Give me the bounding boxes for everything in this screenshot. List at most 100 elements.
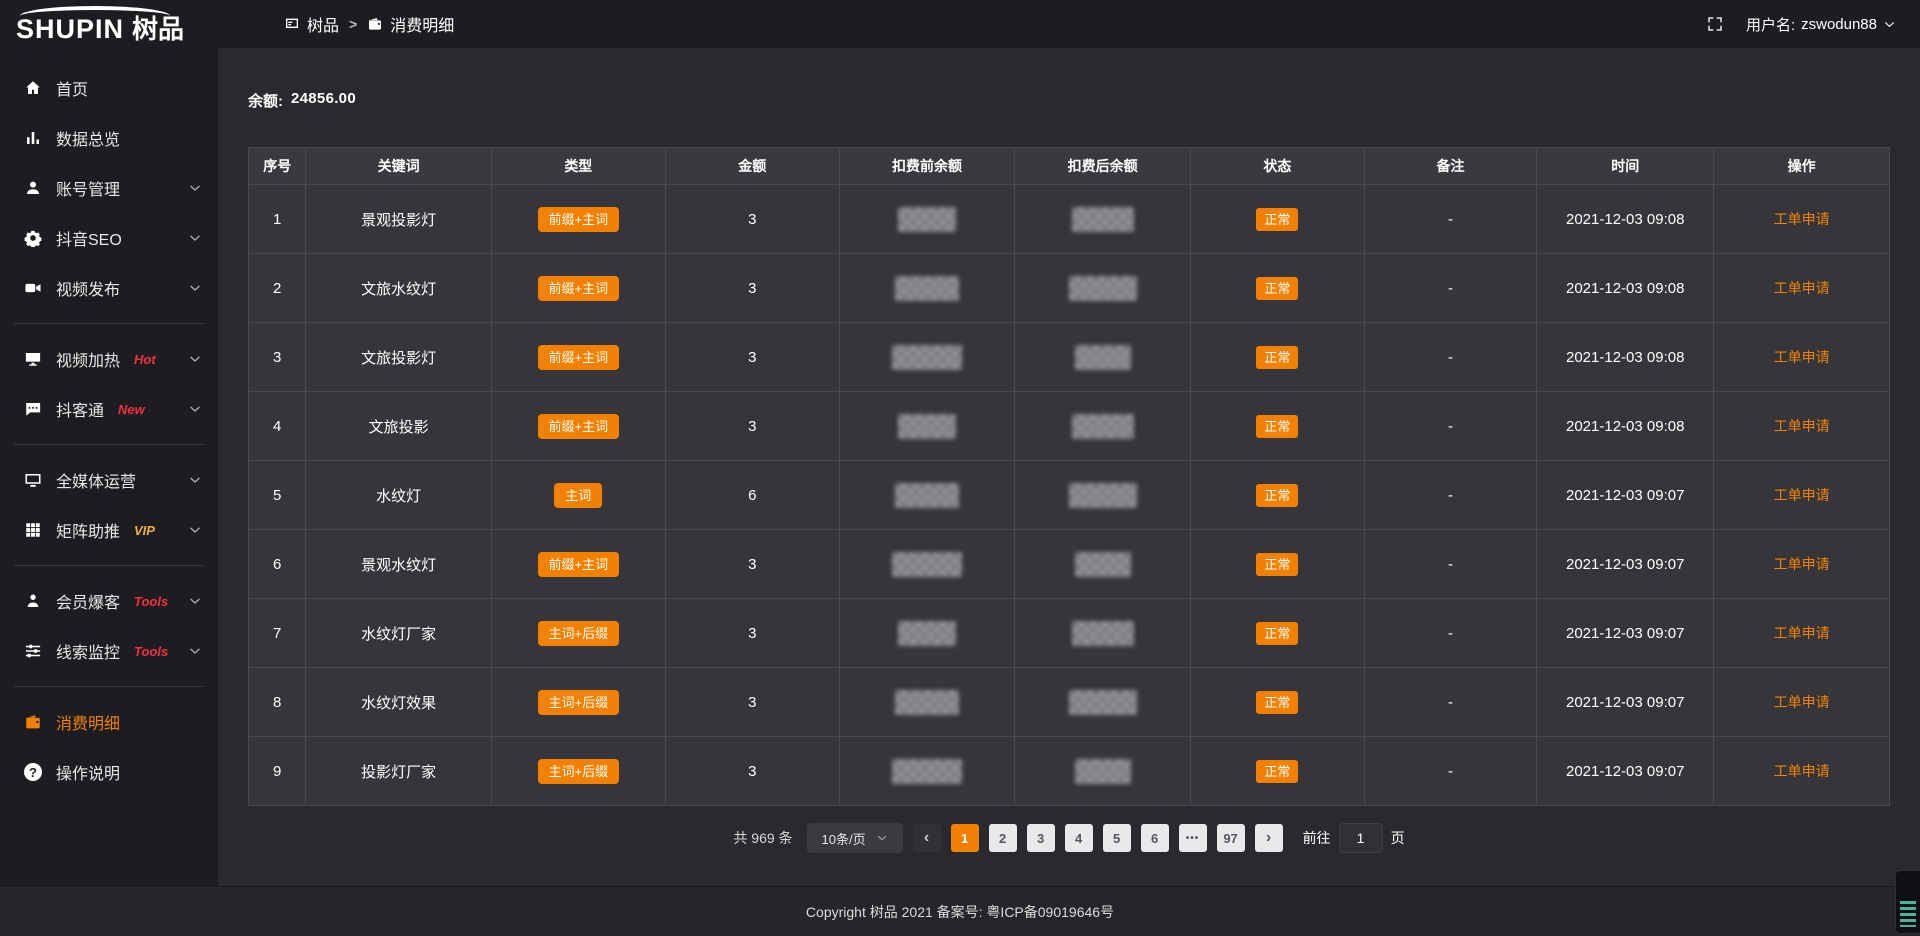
redacted-balance-after xyxy=(1069,483,1137,508)
column-header-5: 扣费后余额 xyxy=(1015,148,1191,185)
cell-remark: - xyxy=(1364,668,1536,737)
work-order-link[interactable]: 工单申请 xyxy=(1774,763,1830,779)
page-button-2[interactable]: 2 xyxy=(989,824,1017,852)
wallet-icon xyxy=(367,16,383,32)
sidebar-item-consume-detail[interactable]: 消费明细 xyxy=(0,697,218,747)
work-order-link[interactable]: 工单申请 xyxy=(1774,487,1830,503)
table-row: 6景观水纹灯前缀+主词3正常-2021-12-03 09:07工单申请 xyxy=(249,530,1890,599)
sidebar-item-media-operation[interactable]: 全媒体运营 xyxy=(0,455,218,505)
status-badge: 正常 xyxy=(1256,622,1298,645)
redacted-balance-before xyxy=(892,552,962,577)
page-size-select[interactable]: 10条/页 xyxy=(807,823,903,853)
page-button-3[interactable]: 3 xyxy=(1027,824,1055,852)
chevron-down-icon xyxy=(188,473,202,487)
ellipsis-page-button[interactable]: ••• xyxy=(1179,824,1207,852)
work-order-link[interactable]: 工单申请 xyxy=(1774,211,1830,227)
breadcrumb-item-consume-detail[interactable]: 消费明细 xyxy=(367,12,454,36)
column-header-2: 类型 xyxy=(491,148,665,185)
cell-type: 前缀+主词 xyxy=(491,185,665,254)
page-button-6[interactable]: 6 xyxy=(1141,824,1169,852)
sidebar-item-clue-monitor[interactable]: 线索监控Tools xyxy=(0,626,218,676)
sidebar-item-label: 线索监控 xyxy=(56,639,120,663)
cell-balance-after xyxy=(1015,668,1191,737)
table-row: 4文旅投影前缀+主词3正常-2021-12-03 09:08工单申请 xyxy=(249,392,1890,461)
redacted-balance-after xyxy=(1075,759,1131,784)
table-row: 5水纹灯主词6正常-2021-12-03 09:07工单申请 xyxy=(249,461,1890,530)
redacted-balance-before xyxy=(898,414,956,439)
column-header-0: 序号 xyxy=(249,148,306,185)
breadcrumb-item-shupin[interactable]: 树品 xyxy=(284,12,339,36)
type-badge: 主词+后缀 xyxy=(538,621,620,646)
cell-index: 8 xyxy=(249,668,306,737)
sliders-icon xyxy=(24,642,42,660)
sidebar-item-video-publish[interactable]: 视频发布 xyxy=(0,263,218,313)
breadcrumb: 树品 > 消费明细 xyxy=(284,12,454,36)
sidebar-item-data-overview[interactable]: 数据总览 xyxy=(0,113,218,163)
pagination-total: 共 969 条 xyxy=(733,828,792,848)
cell-balance-before xyxy=(839,392,1015,461)
sidebar-item-douketong[interactable]: 抖客通New xyxy=(0,384,218,434)
goto-label: 前往 xyxy=(1303,828,1331,848)
type-badge: 主词 xyxy=(554,483,602,508)
sidebar-item-instructions[interactable]: ?操作说明 xyxy=(0,747,218,797)
sidebar-item-matrix-boost[interactable]: 矩阵助推VIP xyxy=(0,505,218,555)
sidebar-item-account-management[interactable]: 账号管理 xyxy=(0,163,218,213)
last-page-button[interactable]: 97 xyxy=(1217,824,1245,852)
sidebar-item-member-burst[interactable]: 会员爆客Tools xyxy=(0,576,218,626)
cell-index: 1 xyxy=(249,185,306,254)
cell-time: 2021-12-03 09:08 xyxy=(1537,392,1714,461)
goto-page-input[interactable] xyxy=(1339,823,1383,853)
status-badge: 正常 xyxy=(1256,346,1298,369)
work-order-link[interactable]: 工单申请 xyxy=(1774,625,1830,641)
column-header-9: 操作 xyxy=(1714,148,1890,185)
sidebar-item-douyin-seo[interactable]: 抖音SEO xyxy=(0,213,218,263)
screen-icon xyxy=(24,350,42,368)
fullscreen-icon[interactable] xyxy=(1706,15,1724,33)
status-badge: 正常 xyxy=(1256,484,1298,507)
page-button-5[interactable]: 5 xyxy=(1103,824,1131,852)
page-button-1[interactable]: 1 xyxy=(951,824,979,852)
redacted-balance-after xyxy=(1069,276,1137,301)
consume-table: 序号关键词类型金额扣费前余额扣费后余额状态备注时间操作 1景观投影灯前缀+主词3… xyxy=(248,147,1890,806)
work-order-link[interactable]: 工单申请 xyxy=(1774,556,1830,572)
chevron-down-icon xyxy=(188,644,202,658)
cell-action: 工单申请 xyxy=(1714,599,1890,668)
wallet-icon xyxy=(24,713,42,731)
work-order-link[interactable]: 工单申请 xyxy=(1774,694,1830,710)
redacted-balance-before xyxy=(895,483,959,508)
work-order-link[interactable]: 工单申请 xyxy=(1774,418,1830,434)
sidebar-item-video-heating[interactable]: 视频加热Hot xyxy=(0,334,218,384)
chevron-down-icon xyxy=(188,231,202,245)
page-button-4[interactable]: 4 xyxy=(1065,824,1093,852)
gear-icon xyxy=(24,229,42,247)
type-badge: 前缀+主词 xyxy=(538,414,620,439)
sidebar-divider xyxy=(14,565,204,566)
type-badge: 主词+后缀 xyxy=(538,759,620,784)
cell-status: 正常 xyxy=(1190,185,1364,254)
username-label: 用户名: xyxy=(1746,14,1795,35)
username-value: zswodun88 xyxy=(1801,16,1877,33)
cell-remark: - xyxy=(1364,185,1536,254)
cell-time: 2021-12-03 09:07 xyxy=(1537,737,1714,806)
cell-index: 2 xyxy=(249,254,306,323)
balance-label: 余额: xyxy=(248,90,283,111)
type-badge: 前缀+主词 xyxy=(538,552,620,577)
user-dropdown[interactable]: 用户名: zswodun88 xyxy=(1746,14,1896,35)
sidebar-item-home[interactable]: 首页 xyxy=(0,63,218,113)
prev-page-button[interactable]: ‹ xyxy=(913,824,941,852)
question-icon: ? xyxy=(24,763,42,781)
work-order-link[interactable]: 工单申请 xyxy=(1774,349,1830,365)
floating-widget[interactable] xyxy=(1895,870,1920,934)
cell-amount: 3 xyxy=(665,392,839,461)
cell-status: 正常 xyxy=(1190,461,1364,530)
work-order-link[interactable]: 工单申请 xyxy=(1774,280,1830,296)
cell-action: 工单申请 xyxy=(1714,392,1890,461)
cell-time: 2021-12-03 09:07 xyxy=(1537,530,1714,599)
cell-action: 工单申请 xyxy=(1714,737,1890,806)
cell-type: 主词+后缀 xyxy=(491,668,665,737)
status-badge: 正常 xyxy=(1256,415,1298,438)
next-page-button[interactable]: › xyxy=(1255,824,1283,852)
cell-time: 2021-12-03 09:08 xyxy=(1537,254,1714,323)
type-badge: 前缀+主词 xyxy=(538,276,620,301)
cell-time: 2021-12-03 09:08 xyxy=(1537,323,1714,392)
